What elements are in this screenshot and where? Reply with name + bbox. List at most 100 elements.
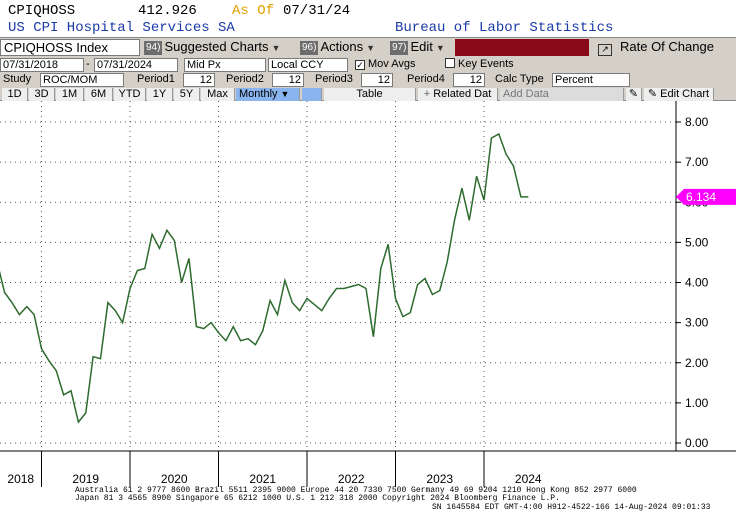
- y-tick-label: 7.00: [685, 155, 709, 169]
- security-input[interactable]: CPIQHOSS Index: [0, 39, 140, 56]
- period-tab-ytd[interactable]: YTD: [114, 88, 146, 101]
- study-value: ROC/MOM: [43, 74, 98, 86]
- period4-label: Period4: [407, 73, 445, 85]
- roc-line-chart[interactable]: 0.001.002.003.004.005.006.007.008.002018…: [0, 101, 736, 530]
- footer-contacts-2: Japan 81 3 4565 8900 Singapore 65 6212 1…: [75, 494, 560, 503]
- x-tick-label: 2019: [72, 472, 99, 486]
- period4-input[interactable]: 12: [453, 73, 485, 87]
- chevron-down-icon: ▼: [366, 42, 376, 53]
- chart-panel[interactable]: 0.001.002.003.004.005.006.007.008.002018…: [0, 101, 736, 530]
- period3-input[interactable]: 12: [361, 73, 393, 87]
- chart-window: CPIQHOSS 412.926 As Of 07/31/24 US CPI H…: [0, 0, 736, 530]
- ticker-symbol: CPIQHOSS: [8, 3, 76, 19]
- mov-avgs-label: Mov Avgs: [368, 58, 416, 70]
- period-tab-1y[interactable]: 1Y: [147, 88, 173, 101]
- chevron-down-icon: ▼: [280, 89, 290, 100]
- period1-input[interactable]: 12: [183, 73, 215, 87]
- asof-label: As Of: [232, 3, 275, 19]
- chevron-down-icon: ▼: [271, 42, 281, 53]
- period3-label: Period3: [315, 73, 353, 85]
- edit-button[interactable]: 97) Edit ▼: [390, 39, 452, 57]
- currency-value: Local CCY: [271, 59, 324, 71]
- external-link-icon: ↗: [598, 44, 612, 56]
- table-button[interactable]: Table: [324, 88, 416, 101]
- asof-date: 07/31/24: [283, 3, 351, 19]
- mov-avgs-toggle[interactable]: ✓ Mov Avgs: [355, 58, 416, 72]
- period2-input[interactable]: 12: [272, 73, 304, 87]
- period4-value: 12: [469, 74, 482, 86]
- period3-value: 12: [377, 74, 390, 86]
- rate-of-change-label: Rate Of Change: [620, 39, 714, 54]
- related-data-label: Related Dat: [433, 88, 492, 100]
- end-date-value: 07/31/2024: [97, 59, 153, 71]
- period2-label: Period2: [226, 73, 264, 85]
- y-tick-label: 0.00: [685, 436, 709, 450]
- period-tab-5y[interactable]: 5Y: [174, 88, 200, 101]
- period-tab-max[interactable]: Max: [201, 88, 235, 101]
- suggested-charts-button[interactable]: 94) Suggested Charts ▼: [144, 39, 296, 57]
- chart-type-button[interactable]: [302, 88, 322, 101]
- frequency-value: Monthly: [239, 88, 278, 100]
- calc-type-select[interactable]: Percent: [552, 73, 630, 87]
- security-input-value: CPIQHOSS Index: [4, 40, 109, 55]
- plus-icon: +: [423, 88, 434, 100]
- period1-value: 12: [199, 74, 212, 86]
- rate-of-change-button[interactable]: ↗ Rate Of Change: [596, 39, 736, 57]
- security-description: US CPI Hospital Services SA: [8, 20, 235, 36]
- start-date-value: 07/31/2018: [3, 59, 59, 71]
- actions-button[interactable]: 96) Actions ▼: [300, 39, 386, 57]
- study-row: Study ROC/MOM Period1 12 Period2 12 Peri…: [0, 72, 736, 87]
- currency-select[interactable]: Local CCY: [268, 58, 348, 72]
- edit-label: Edit: [410, 39, 433, 54]
- period-tab-3d[interactable]: 3D: [29, 88, 55, 101]
- y-tick-label: 2.00: [685, 356, 709, 370]
- last-price: 412.926: [138, 3, 197, 19]
- edit-color-bar: [455, 39, 589, 56]
- footer: Australia 61 2 9777 8600 Brazil 5511 239…: [0, 486, 736, 516]
- x-tick-label: 2023: [426, 472, 453, 486]
- pricing-select[interactable]: Mid Px: [184, 58, 266, 72]
- study-label: Study: [3, 73, 32, 85]
- study-select[interactable]: ROC/MOM: [40, 73, 124, 87]
- key-events-label: Key Events: [458, 58, 514, 70]
- data-source: Bureau of Labor Statistics: [395, 20, 614, 36]
- edit-number: 97): [390, 40, 409, 55]
- x-tick-label: 2021: [249, 472, 276, 486]
- series-line: [0, 132, 529, 424]
- period-tab-6m[interactable]: 6M: [85, 88, 113, 101]
- start-date-input[interactable]: 07/31/2018: [0, 58, 84, 72]
- frequency-select[interactable]: Monthly ▼: [236, 88, 300, 101]
- period-tab-1d[interactable]: 1D: [2, 88, 28, 101]
- footer-session-info: SN 1645584 EDT GMT-4:00 H912-4522-166 14…: [432, 503, 711, 512]
- y-tick-label: 8.00: [685, 115, 709, 129]
- edit-pencil-icon[interactable]: ✎: [626, 88, 642, 101]
- period2-value: 12: [288, 74, 301, 86]
- add-data-input[interactable]: Add Data: [500, 88, 624, 101]
- actions-number: 96): [300, 40, 319, 55]
- chevron-down-icon: ▼: [435, 42, 445, 53]
- suggested-charts-label: Suggested Charts: [164, 39, 269, 54]
- edit-chart-label: Edit Chart: [660, 88, 710, 100]
- period-tab-1m[interactable]: 1M: [56, 88, 84, 101]
- y-tick-label: 4.00: [685, 276, 709, 290]
- calc-type-value: Percent: [555, 74, 593, 86]
- edit-chart-button[interactable]: ✎ Edit Chart: [644, 88, 714, 101]
- checkbox-unchecked-icon: [445, 58, 455, 68]
- toolbar-row-1: CPIQHOSS Index 94) Suggested Charts ▼ 96) A…: [0, 37, 736, 57]
- key-events-toggle[interactable]: Key Events: [445, 58, 514, 72]
- y-tick-label: 1.00: [685, 396, 709, 410]
- x-tick-label: 2020: [161, 472, 188, 486]
- related-data-button[interactable]: + Related Dat: [418, 88, 498, 101]
- x-tick-label: 2024: [515, 472, 542, 486]
- period1-label: Period1: [137, 73, 175, 85]
- end-date-input[interactable]: 07/31/2024: [94, 58, 178, 72]
- period-tabs-row: 1D 3D 1M 6M YTD 1Y 5Y Max Monthly ▼ Table…: [0, 87, 736, 101]
- calc-type-label: Calc Type: [495, 73, 544, 85]
- y-tick-label: 3.00: [685, 316, 709, 330]
- security-header: CPIQHOSS 412.926 As Of 07/31/24 US CPI H…: [0, 0, 736, 37]
- edit-pencil-icon: ✎: [647, 88, 661, 100]
- pricing-value: Mid Px: [187, 59, 221, 71]
- suggested-charts-number: 94): [144, 40, 163, 55]
- x-tick-label: 2018: [7, 472, 34, 486]
- y-tick-label: 5.00: [685, 235, 709, 249]
